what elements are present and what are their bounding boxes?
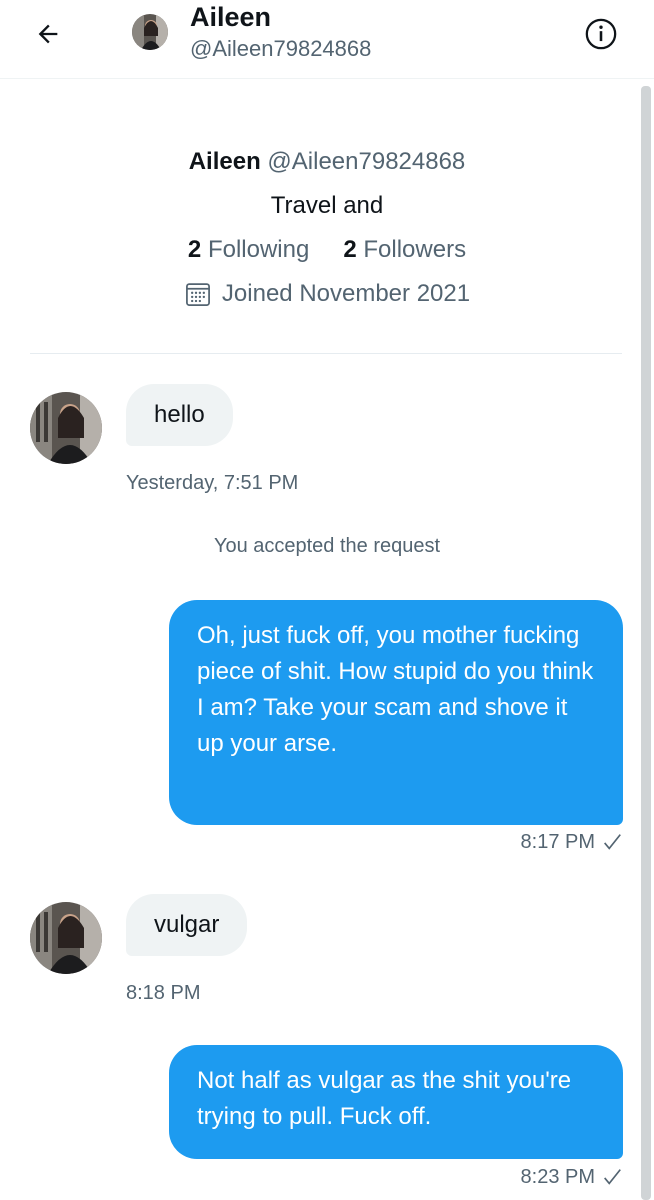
header-name: Aileen	[190, 2, 272, 32]
profile-stats: 2 Following 2 Followers	[0, 228, 654, 272]
conversation-info-button[interactable]	[581, 14, 621, 54]
system-message: You accepted the request	[213, 535, 441, 557]
divider	[30, 353, 622, 354]
message-bubble-outgoing[interactable]: Oh, just fuck off, you mother fucking pi…	[169, 600, 623, 825]
message-meta: 8:17 PM	[400, 829, 623, 855]
message-timestamp: 8:18 PM	[126, 982, 201, 1004]
profile-name-line: Aileen @Aileen79824868	[0, 140, 654, 184]
profile-handle[interactable]: @Aileen79824868	[267, 148, 465, 175]
arrow-left-icon	[38, 24, 58, 44]
sender-avatar[interactable]	[30, 902, 102, 974]
message-bubble-incoming[interactable]: hello	[126, 384, 233, 446]
back-button[interactable]	[26, 14, 70, 54]
message-timestamp: 8:17 PM	[520, 831, 595, 853]
calendar-icon	[185, 283, 210, 306]
followers-label: Followers	[363, 236, 467, 263]
followers-link[interactable]: 2 Followers	[343, 236, 466, 263]
joined-text: Joined November 2021	[221, 280, 471, 307]
profile-name[interactable]: Aileen	[189, 148, 261, 175]
joined-date: Joined November 2021	[184, 272, 470, 316]
message-bubble-incoming[interactable]: vulgar	[126, 894, 248, 956]
message-bubble-outgoing[interactable]: Not half as vulgar as the shit you're tr…	[169, 1045, 623, 1159]
check-icon	[604, 1169, 621, 1185]
header-avatar[interactable]	[132, 14, 168, 50]
message-meta: 8:23 PM	[400, 1164, 623, 1190]
followers-count: 2	[343, 236, 357, 263]
header-handle: @Aileen79824868	[190, 36, 372, 61]
following-link[interactable]: 2 Following	[188, 236, 309, 263]
check-icon	[604, 834, 621, 850]
message-timestamp: Yesterday, 7:51 PM	[126, 472, 299, 494]
following-count: 2	[187, 236, 202, 263]
profile-bio: Travel and	[270, 192, 384, 219]
profile-summary: Aileen @Aileen79824868 Travel and 2 Foll…	[0, 140, 654, 316]
sender-avatar[interactable]	[30, 392, 102, 464]
conversation-header: Aileen @Aileen79824868	[0, 0, 654, 79]
following-label: Following	[207, 236, 310, 263]
info-circle-icon	[585, 18, 617, 50]
message-timestamp: 8:23 PM	[520, 1166, 595, 1188]
